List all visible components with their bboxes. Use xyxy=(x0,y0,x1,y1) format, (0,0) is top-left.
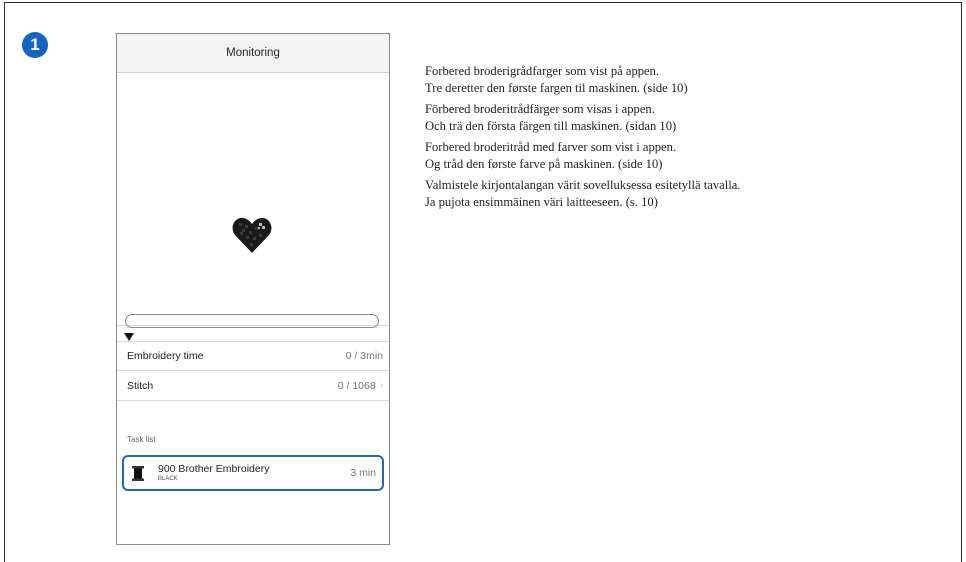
instruction-danish: Forbered broderitråd med farver som vist… xyxy=(425,139,945,172)
instructions-text: Forbered broderigrådfarger som vist på a… xyxy=(425,63,945,215)
progress-marker-icon xyxy=(124,333,134,341)
instruction-line: Og tråd den første farve på maskinen. (s… xyxy=(425,156,663,171)
embroidery-time-label: Embroidery time xyxy=(127,349,204,362)
instruction-line: Och trä den första färgen till maskinen.… xyxy=(425,118,677,133)
instruction-line: Förbered broderitrådfärger som visas i a… xyxy=(425,102,655,116)
stitch-row[interactable]: Stitch 0 / 1068 › xyxy=(117,371,389,401)
task-name: 900 Brother Embroidery xyxy=(158,463,270,475)
embroidery-time-value: 0 / 3min xyxy=(345,349,383,362)
instruction-finnish: Valmistele kirjontalangan värit sovelluk… xyxy=(425,177,945,210)
app-header: Monitoring xyxy=(117,34,389,73)
stitch-value: 0 / 1068 xyxy=(337,379,376,392)
task-text: 900 Brother Embroidery BLACK xyxy=(158,463,350,483)
chevron-right-icon: › xyxy=(379,380,383,391)
step-number: 1 xyxy=(30,35,40,54)
step-number-badge: 1 xyxy=(22,32,48,58)
task-color: BLACK xyxy=(158,476,178,482)
phone-screen: Monitoring Embroidery time 0 / 3min Stit… xyxy=(116,33,390,545)
stitch-label: Stitch xyxy=(127,379,154,392)
instruction-line: Tre deretter den første fargen til maski… xyxy=(425,80,688,95)
thread-spool-icon xyxy=(132,465,144,481)
instruction-line: Forbered broderitråd med farver som vist… xyxy=(425,140,677,154)
task-list-title: Task list xyxy=(127,435,156,444)
page-title: Monitoring xyxy=(226,47,280,59)
embroidery-time-row: Embroidery time 0 / 3min xyxy=(117,341,389,371)
instruction-line: Ja pujota ensimmäinen väri laitteeseen. … xyxy=(425,194,658,209)
instruction-swedish: Förbered broderitrådfärger som visas i a… xyxy=(425,101,945,134)
heart-design-icon xyxy=(232,217,272,253)
instruction-norwegian: Forbered broderigrådfarger som vist på a… xyxy=(425,63,945,96)
instruction-line: Forbered broderigrådfarger som vist på a… xyxy=(425,64,660,78)
task-item[interactable]: 900 Brother Embroidery BLACK 3 min xyxy=(122,455,384,491)
embroidery-preview xyxy=(117,72,389,325)
stitch-progress-bar xyxy=(125,314,379,328)
task-time: 3 min xyxy=(350,467,376,479)
instruction-line: Valmistele kirjontalangan värit sovelluk… xyxy=(425,178,741,192)
